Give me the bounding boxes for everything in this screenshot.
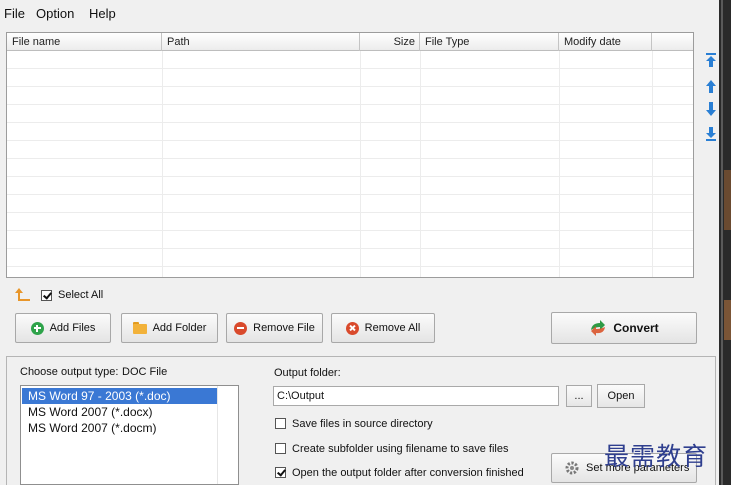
remove-all-button[interactable]: Remove All <box>331 313 435 343</box>
column-size[interactable]: Size <box>360 33 420 51</box>
save-source-checkbox[interactable] <box>275 418 286 429</box>
output-type-option[interactable]: MS Word 2007 (*.docm) <box>22 420 217 436</box>
add-folder-label: Add Folder <box>152 322 207 334</box>
output-type-label: Choose output type: <box>20 366 119 378</box>
folder-icon <box>132 322 147 334</box>
menu-option[interactable]: Option <box>36 6 74 21</box>
menu-file[interactable]: File <box>4 6 25 21</box>
table-header: File name Path Size File Type Modify dat… <box>7 33 693 51</box>
move-down-icon[interactable] <box>704 101 718 117</box>
save-source-label: Save files in source directory <box>292 418 433 430</box>
output-type-list[interactable]: MS Word 97 - 2003 (*.doc) MS Word 2007 (… <box>20 385 239 485</box>
output-folder-input[interactable]: C:\Output <box>273 386 559 406</box>
move-up-icon[interactable] <box>704 78 718 94</box>
convert-label: Convert <box>613 321 659 335</box>
gear-icon <box>565 461 579 475</box>
add-files-label: Add Files <box>49 322 96 334</box>
convert-icon <box>591 320 606 336</box>
create-subfolder-label: Create subfolder using filename to save … <box>292 443 509 455</box>
watermark-text: 最需教育 <box>604 442 709 471</box>
menu-help[interactable]: Help <box>89 6 116 21</box>
clear-icon <box>345 321 359 335</box>
background-strip <box>719 0 731 485</box>
move-bottom-icon[interactable] <box>704 126 718 142</box>
add-icon <box>30 321 44 335</box>
menu-bar: File Option Help <box>0 0 719 26</box>
file-table[interactable]: File name Path Size File Type Modify dat… <box>6 32 694 278</box>
remove-icon <box>234 321 248 335</box>
add-folder-button[interactable]: Add Folder <box>121 313 218 343</box>
move-top-icon[interactable] <box>704 52 718 68</box>
output-folder-label: Output folder: <box>274 367 341 379</box>
create-subfolder-checkbox[interactable] <box>275 443 286 454</box>
open-button[interactable]: Open <box>597 384 645 408</box>
table-body[interactable] <box>7 51 693 277</box>
column-modify-date[interactable]: Modify date <box>559 33 652 51</box>
open-output-label: Open the output folder after conversion … <box>292 467 524 479</box>
column-path[interactable]: Path <box>162 33 360 51</box>
output-type-value: DOC File <box>122 366 168 378</box>
up-folder-icon[interactable] <box>15 288 31 302</box>
select-all-label: Select All <box>58 289 104 301</box>
add-files-button[interactable]: Add Files <box>15 313 111 343</box>
convert-button[interactable]: Convert <box>551 312 697 344</box>
output-type-option[interactable]: MS Word 2007 (*.docx) <box>22 404 217 420</box>
open-output-checkbox[interactable] <box>275 467 286 478</box>
remove-file-button[interactable]: Remove File <box>226 313 323 343</box>
remove-file-label: Remove File <box>253 322 315 334</box>
output-type-option[interactable]: MS Word 97 - 2003 (*.doc) <box>22 388 217 404</box>
browse-button[interactable]: ... <box>566 385 592 407</box>
remove-all-label: Remove All <box>364 322 421 334</box>
column-file-name[interactable]: File name <box>7 33 162 51</box>
column-file-type[interactable]: File Type <box>420 33 559 51</box>
select-all-checkbox[interactable] <box>41 290 52 301</box>
